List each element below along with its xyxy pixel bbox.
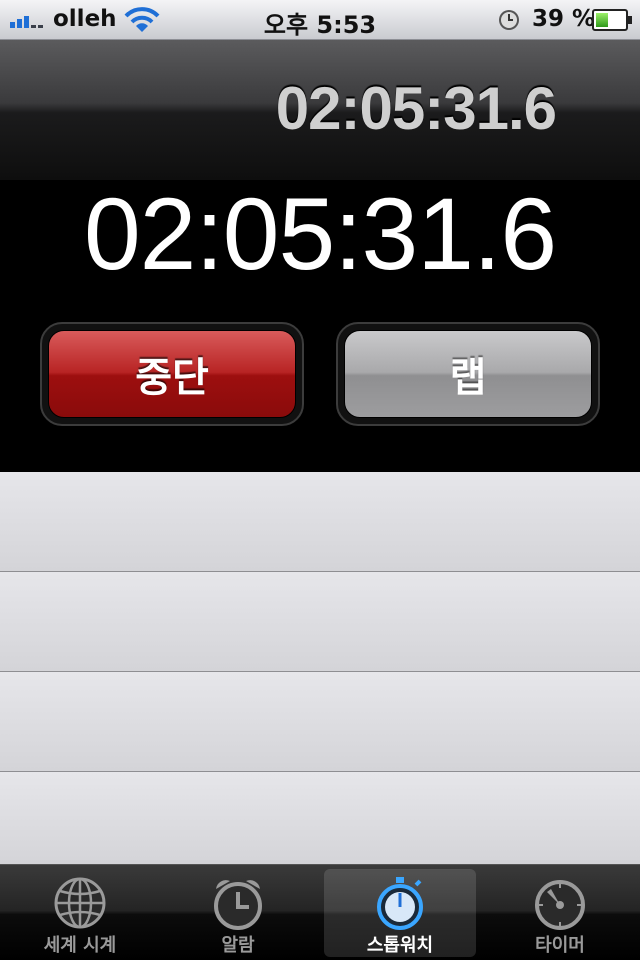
total-time-display: 02:05:31.6 — [83, 177, 557, 291]
tab-label: 타이머 — [535, 935, 585, 956]
timer-icon — [535, 880, 585, 930]
tab-label: 세계 시계 — [43, 935, 117, 956]
lap-time-header: 02:05:31.6 — [0, 40, 640, 180]
tab-stopwatch[interactable]: 스톱워치 — [324, 869, 476, 957]
carrier-name: olleh — [53, 6, 117, 32]
lap-time-display: 02:05:31.6 — [275, 75, 557, 142]
list-item — [0, 672, 640, 772]
stopwatch-icon — [377, 877, 423, 930]
lap-button-frame: 랩 — [336, 322, 600, 426]
tab-label: 스톱워치 — [366, 935, 434, 956]
list-item — [0, 572, 640, 672]
lap-button[interactable]: 랩 — [344, 330, 592, 418]
alarm-clock-status-icon — [499, 10, 519, 30]
list-item — [0, 472, 640, 572]
stop-button[interactable]: 중단 — [48, 330, 296, 418]
globe-icon — [54, 877, 106, 929]
list-item — [0, 772, 640, 864]
tab-timer[interactable]: 타이머 — [484, 869, 636, 957]
tab-label: 알람 — [221, 935, 255, 956]
signal-bars-icon — [10, 12, 50, 28]
battery-percent: 39 % — [532, 6, 596, 32]
battery-icon — [592, 9, 632, 31]
lap-list[interactable] — [0, 472, 640, 864]
tab-alarm[interactable]: 알람 — [162, 869, 314, 957]
alarm-clock-icon — [214, 880, 262, 930]
tab-world-clock[interactable]: 세계 시계 — [4, 869, 156, 957]
wifi-icon — [124, 7, 160, 32]
tab-bar: 세계 시계 알람 스톱워치 타이머 — [0, 864, 640, 960]
stop-button-frame: 중단 — [40, 322, 304, 426]
status-bar: olleh 오후 5:53 39 % — [0, 0, 640, 40]
